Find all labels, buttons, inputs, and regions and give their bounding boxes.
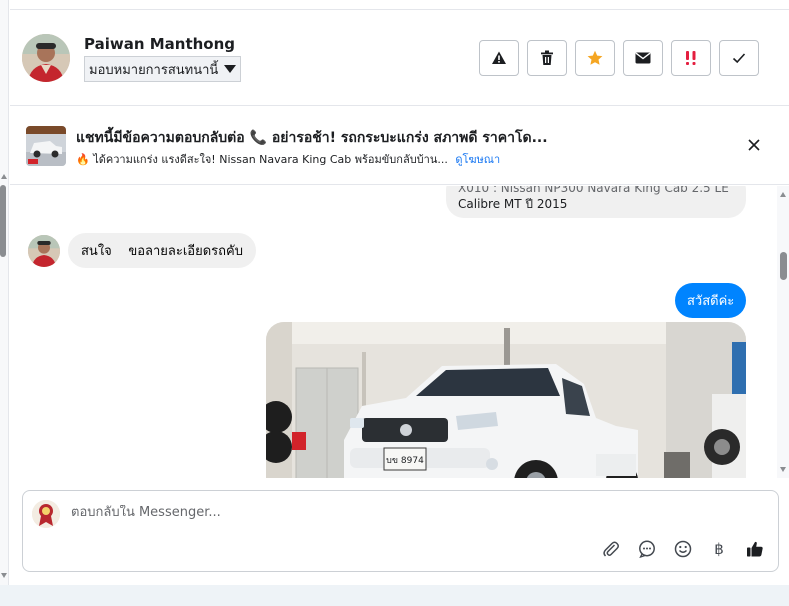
outgoing-message: สวัสดีค่ะ (675, 283, 747, 318)
license-plate: บข 8974 (386, 456, 424, 466)
scrollbar-thumb[interactable] (0, 185, 6, 257)
close-ad-banner-button[interactable] (745, 136, 763, 154)
delete-button[interactable] (527, 40, 567, 76)
thumbs-up-icon (747, 541, 763, 557)
contact-name: Paiwan Manthong (84, 35, 236, 53)
chevron-down-icon (224, 65, 237, 73)
assign-conversation-dropdown[interactable]: มอบหมายการสนทนานี้ (84, 56, 242, 82)
reply-composer: ฿ (22, 490, 779, 572)
view-ad-link[interactable]: ดูโฆษณา (455, 153, 500, 166)
message-line: X010 : Nissan NP300 Navara King Cab 2.5 … (458, 186, 729, 195)
page-scrollbar[interactable] (0, 0, 9, 585)
thread-scrollbar[interactable] (777, 186, 789, 478)
ad-subtitle-text: 🔥 ได้ความแกร่ง แรงดีสะใจ! Nissan Navara … (76, 153, 448, 166)
warning-icon (492, 51, 506, 64)
ad-thumbnail[interactable] (26, 126, 66, 166)
scrollbar-thumb[interactable] (780, 252, 787, 280)
paperclip-icon (603, 541, 619, 557)
reply-input[interactable] (71, 505, 591, 520)
message-thread[interactable]: X010 : Nissan NP300 Navara King Cab 2.5 … (10, 186, 779, 478)
emoji-button[interactable] (673, 539, 693, 559)
ad-title: แชทนี้มีข้อความตอบกลับต่อ 📞 อย่ารอช้า! ร… (76, 130, 548, 146)
attach-file-button[interactable] (601, 539, 621, 559)
mark-done-button[interactable] (719, 40, 759, 76)
page-footer-strip (0, 585, 789, 606)
chat-bubble-icon (639, 540, 655, 558)
mark-unread-button[interactable] (623, 40, 663, 76)
payment-button[interactable]: ฿ (709, 539, 729, 559)
trash-icon (541, 50, 553, 65)
ad-subtitle: 🔥 ได้ความแกร่ง แรงดีสะใจ! Nissan Navara … (76, 150, 500, 168)
star-button[interactable] (575, 40, 615, 76)
assign-label: มอบหมายการสนทนานี้ (89, 62, 219, 78)
close-icon (748, 139, 760, 151)
scroll-up-arrow[interactable] (1, 174, 7, 179)
star-icon (587, 50, 603, 65)
message-line: Calibre MT ปี 2015 (458, 197, 568, 211)
mark-important-button[interactable] (671, 40, 711, 76)
car-photo-attachment[interactable]: บข 8974 (266, 322, 746, 478)
double-exclamation-icon (686, 51, 696, 65)
saved-replies-button[interactable] (637, 539, 657, 559)
contact-avatar[interactable] (22, 34, 70, 82)
conversation-header: Paiwan Manthong มอบหมายการสนทนานี้ (10, 10, 789, 106)
emoji-icon (674, 540, 692, 558)
scroll-down-arrow[interactable] (780, 467, 786, 472)
report-spam-button[interactable] (479, 40, 519, 76)
check-icon (732, 53, 746, 64)
baht-icon: ฿ (714, 540, 724, 558)
envelope-icon (635, 52, 651, 64)
incoming-message-partial: X010 : Nissan NP300 Navara King Cab 2.5 … (446, 186, 746, 218)
ad-context-banner: แชทนี้มีข้อความตอบกลับต่อ 📞 อย่ารอช้า! ร… (10, 106, 789, 185)
incoming-message: สนใจ ขอลายละเอียดรถคับ (68, 233, 256, 268)
composer-toolbar: ฿ (601, 539, 765, 559)
page-avatar (32, 500, 60, 528)
scroll-down-arrow[interactable] (1, 573, 7, 578)
sender-avatar[interactable] (28, 235, 60, 267)
messenger-inbox-panel: Paiwan Manthong มอบหมายการสนทนานี้ แชทนี… (0, 0, 789, 606)
header-action-buttons (479, 40, 759, 76)
like-button[interactable] (745, 539, 765, 559)
scroll-up-arrow[interactable] (780, 192, 786, 197)
